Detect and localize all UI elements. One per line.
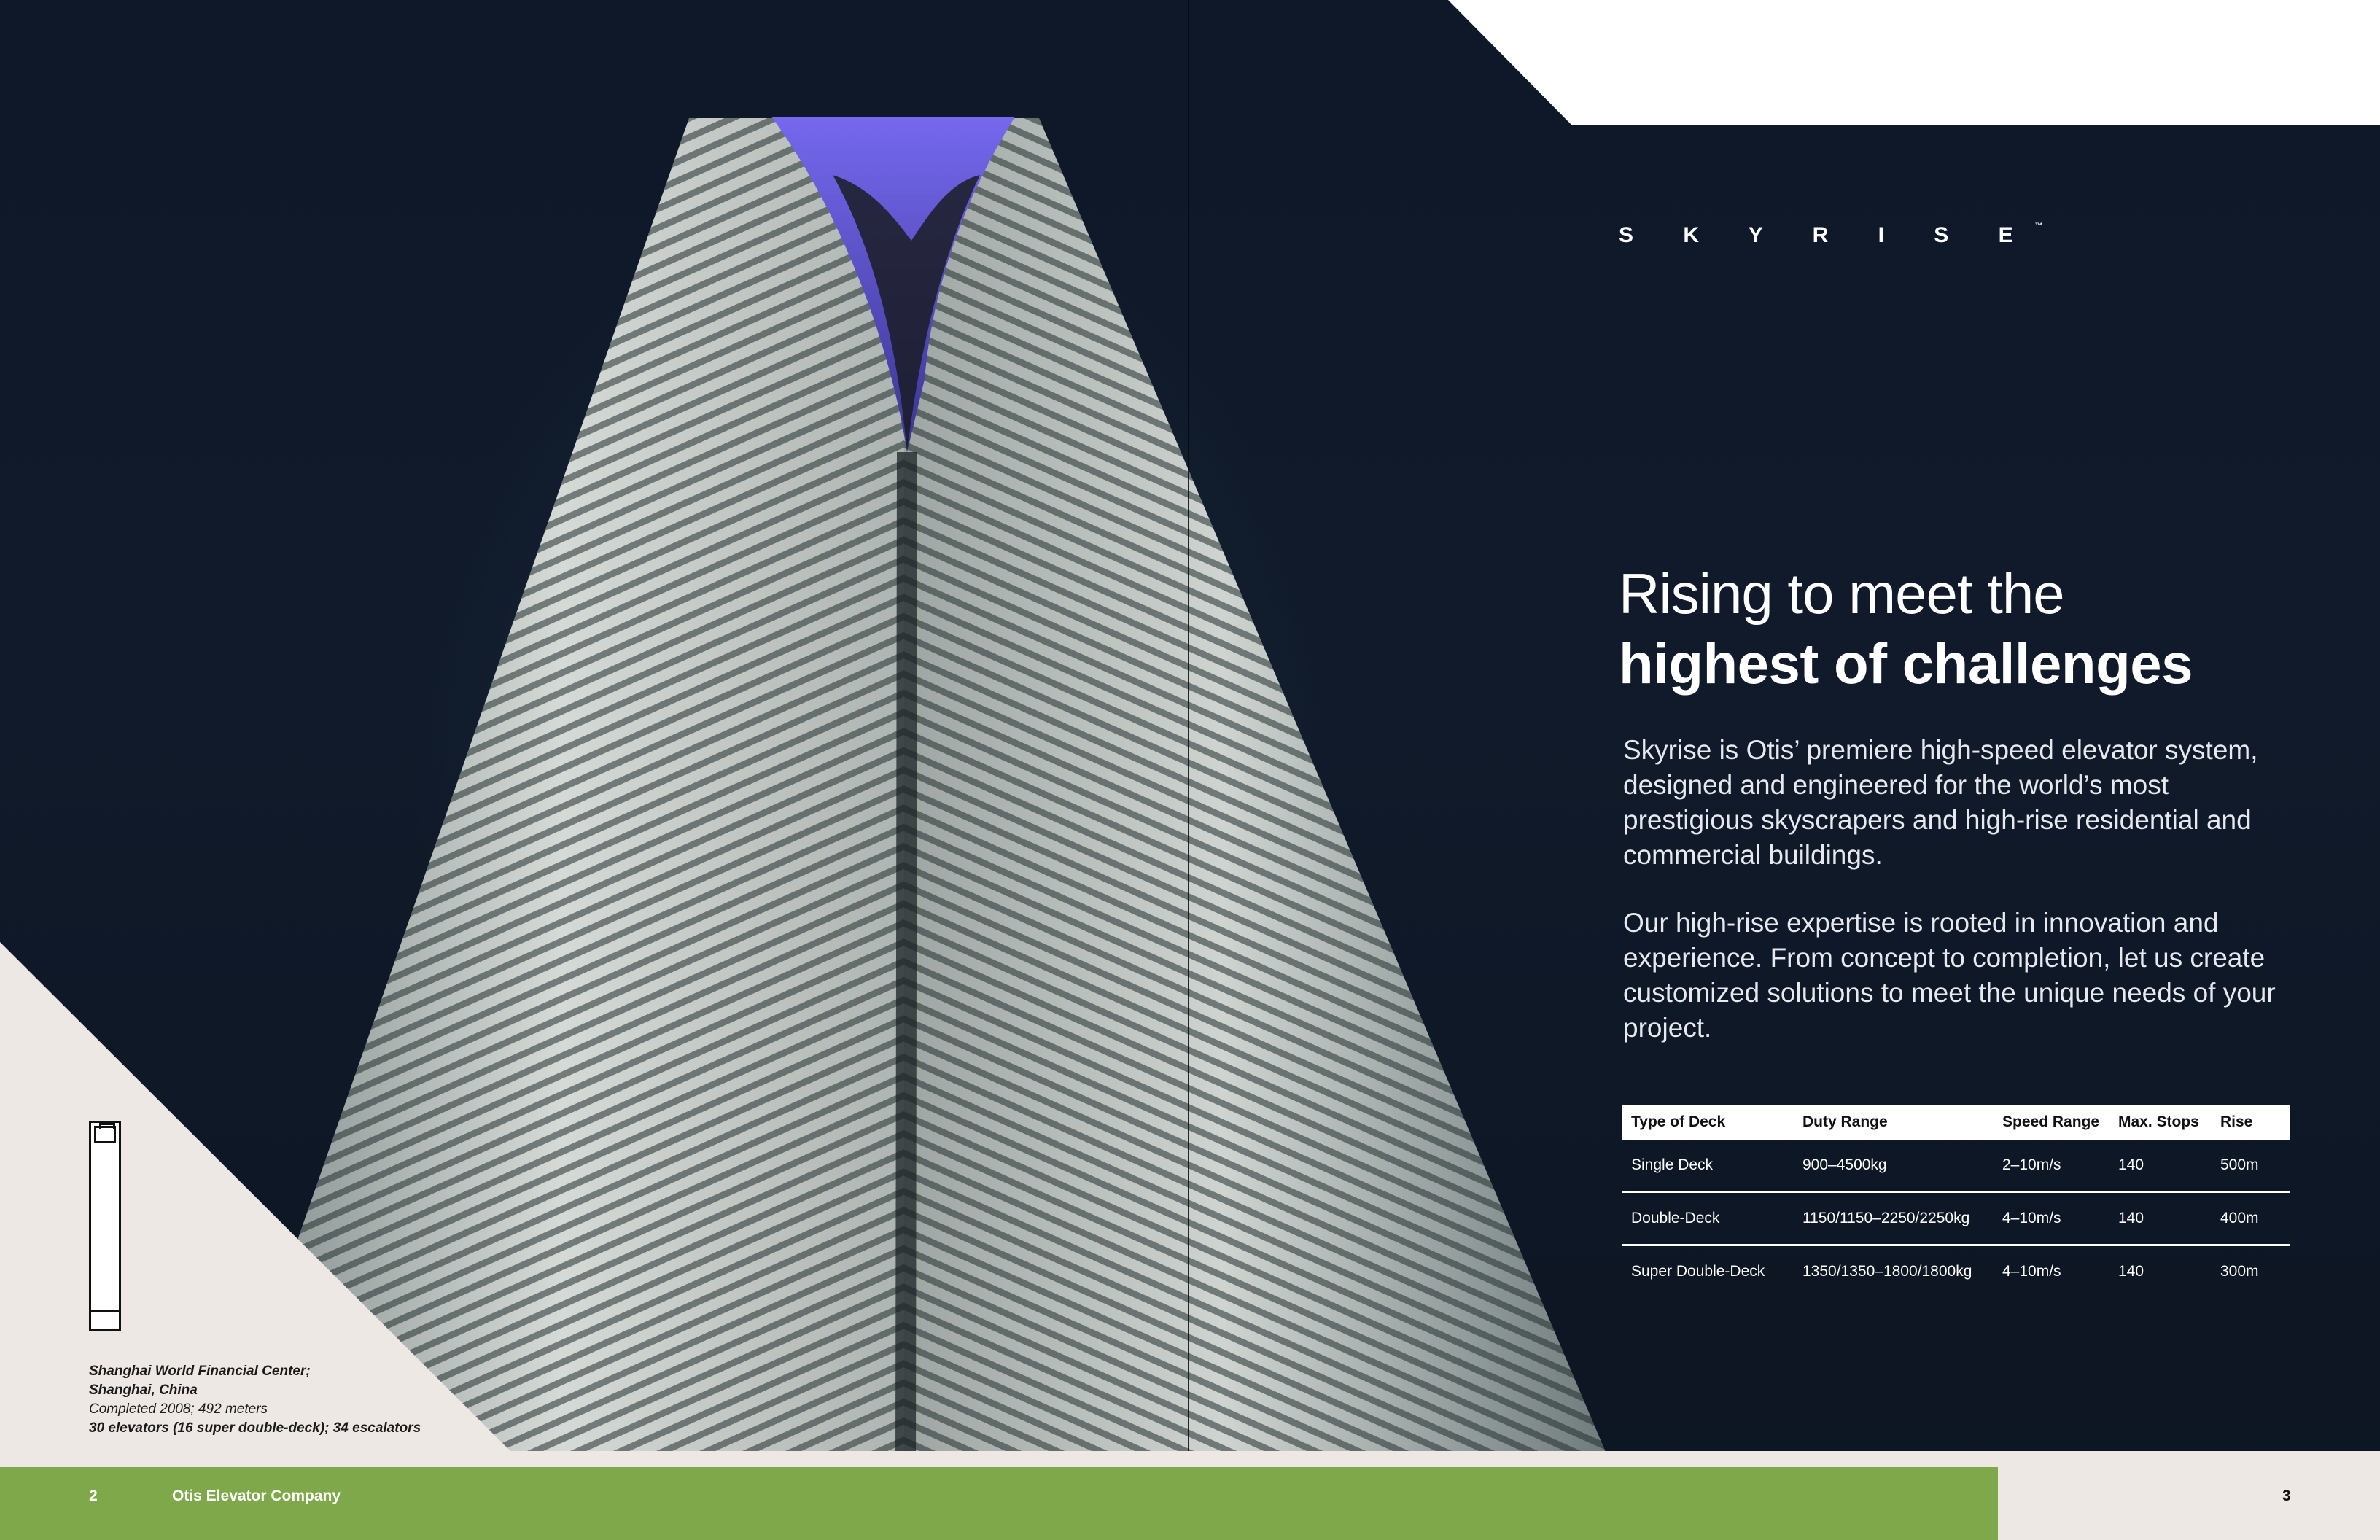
footer-green-slant: [1910, 1467, 1998, 1540]
company-name: Otis Elevator Company: [172, 1488, 341, 1504]
page-number-right: 3: [2282, 1488, 2291, 1504]
page-number-left: 2: [89, 1488, 98, 1504]
